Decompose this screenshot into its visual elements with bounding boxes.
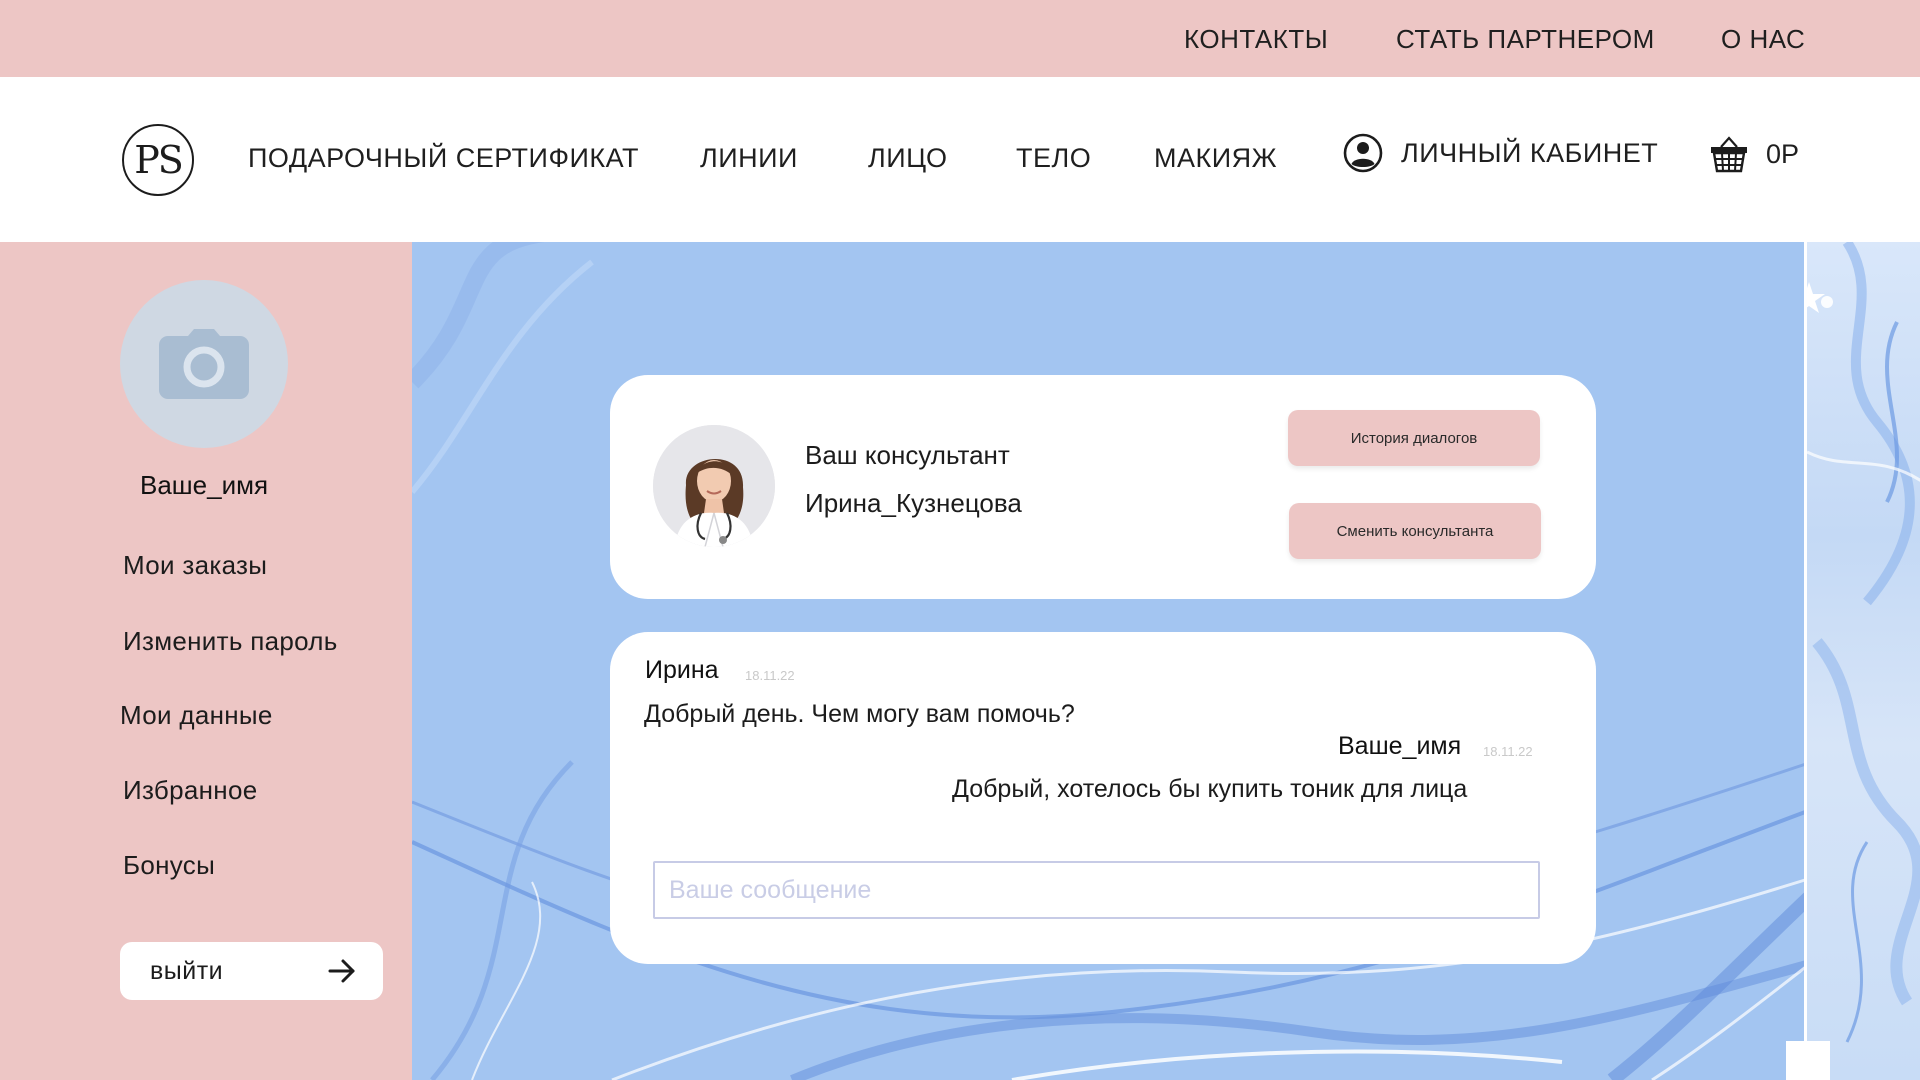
camera-icon: [159, 329, 249, 399]
nav-link-gift-certificate[interactable]: ПОДАРОЧНЫЙ СЕРТИФИКАТ: [248, 143, 639, 174]
nav-link-makeup[interactable]: МАКИЯЖ: [1154, 143, 1277, 174]
cart-total: 0Р: [1766, 138, 1800, 169]
avatar-upload[interactable]: [120, 280, 288, 448]
marble-pattern: [1807, 242, 1920, 1043]
account-link[interactable]: ЛИЧНЫЙ КАБИНЕТ: [1343, 133, 1658, 173]
consultant-photo: [653, 425, 775, 547]
message-sender: Ваше_имя: [1338, 732, 1462, 760]
message-sender: Ирина: [645, 656, 719, 684]
message-date: 18.11.22: [745, 668, 795, 683]
sidebar-item-my-data[interactable]: Мои данные: [120, 700, 273, 731]
arrow-right-icon: [328, 959, 355, 983]
nav-link-lines[interactable]: ЛИНИИ: [700, 143, 798, 174]
logo[interactable]: PS: [122, 124, 194, 196]
chat-card: Ирина 18.11.22 Добрый день. Чем могу вам…: [610, 632, 1596, 964]
sidebar: Ваше_имя Мои заказы Изменить пароль Мои …: [0, 242, 412, 1080]
consultant-name: Ирина_Кузнецова: [805, 488, 1022, 518]
sidebar-item-change-password[interactable]: Изменить пароль: [123, 626, 338, 657]
sidebar-item-orders[interactable]: Мои заказы: [123, 550, 267, 581]
user-name: Ваше_имя: [140, 470, 269, 500]
sidebar-item-bonuses[interactable]: Бонусы: [123, 850, 215, 881]
consultant-avatar-image: [653, 425, 775, 547]
message-date: 18.11.22: [1483, 744, 1533, 759]
scroll-to-top-square[interactable]: [1786, 1041, 1830, 1080]
logout-button[interactable]: выйти: [120, 942, 383, 1000]
top-bar: КОНТАКТЫ СТАТЬ ПАРТНЕРОМ О НАС: [0, 0, 1920, 77]
cart-link[interactable]: 0Р: [1708, 133, 1799, 175]
message-text: Добрый день. Чем могу вам помочь?: [644, 700, 1075, 728]
top-link-contacts[interactable]: КОНТАКТЫ: [1184, 24, 1328, 55]
message-text: Добрый, хотелось бы купить тоник для лиц…: [952, 775, 1468, 803]
consultant-card: Ваш консультант Ирина_Кузнецова История …: [610, 375, 1596, 599]
nav-link-body[interactable]: ТЕЛО: [1016, 143, 1091, 174]
user-circle-icon: [1343, 133, 1383, 173]
main-nav: PS ПОДАРОЧНЫЙ СЕРТИФИКАТ ЛИНИИ ЛИЦО ТЕЛО…: [0, 77, 1920, 242]
account-label: ЛИЧНЫЙ КАБИНЕТ: [1401, 137, 1659, 168]
dialog-history-button[interactable]: История диалогов: [1288, 410, 1540, 466]
change-consultant-button[interactable]: Сменить консультанта: [1289, 503, 1541, 559]
logout-label: выйти: [150, 956, 224, 985]
right-decor-strip: [1804, 242, 1920, 1080]
consultant-title: Ваш консультант: [805, 440, 1010, 470]
message-input[interactable]: [653, 861, 1540, 919]
top-link-about[interactable]: О НАС: [1721, 24, 1805, 55]
nav-link-face[interactable]: ЛИЦО: [868, 143, 948, 174]
sidebar-item-favorites[interactable]: Избранное: [123, 775, 257, 806]
basket-icon: [1711, 136, 1747, 173]
top-link-become-partner[interactable]: СТАТЬ ПАРТНЕРОМ: [1396, 24, 1655, 55]
